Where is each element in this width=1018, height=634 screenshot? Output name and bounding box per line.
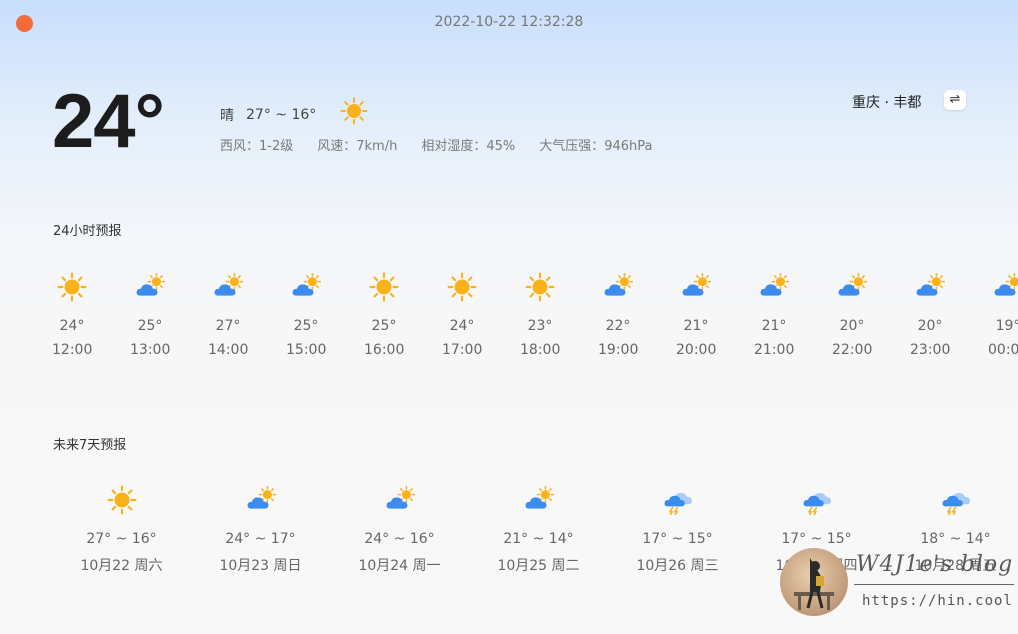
partly-cloudy-icon xyxy=(130,270,170,304)
partly-cloudy-icon xyxy=(910,270,950,304)
sun-icon xyxy=(82,483,162,517)
hourly-item: 22° 19:00 xyxy=(598,270,676,358)
daily-range: 17° ~ 15° xyxy=(781,531,852,547)
wind-speed: 风速：7km/h xyxy=(317,139,398,154)
daily-title: 未来7天预报 xyxy=(53,438,127,453)
datetime: 2022-10-22 12:32:28 xyxy=(434,14,584,30)
hourly-temp: 19° xyxy=(995,318,1018,334)
hourly-time: 21:00 xyxy=(754,342,795,358)
hourly-item: 25° 16:00 xyxy=(364,270,442,358)
partly-cloudy-icon xyxy=(754,270,794,304)
hourly-time: 00:00 xyxy=(988,342,1018,358)
hourly-temp: 25° xyxy=(137,318,163,334)
hourly-item: 20° 22:00 xyxy=(832,270,910,358)
partly-cloudy-icon xyxy=(499,483,579,517)
current-range: 27° ~ 16° xyxy=(246,107,317,123)
thunder-rain-icon xyxy=(916,483,996,517)
partly-cloudy-icon xyxy=(360,483,440,517)
hourly-temp: 20° xyxy=(839,318,865,334)
thunder-rain-icon xyxy=(638,483,718,517)
hourly-time: 13:00 xyxy=(130,342,171,358)
hourly-time: 22:00 xyxy=(832,342,873,358)
watermark-name: W4J1e's blog xyxy=(856,552,1014,577)
hourly-item: 19° 00:00 xyxy=(988,270,1018,358)
partly-cloudy-icon xyxy=(988,270,1018,304)
daily-item: 21° ~ 14° 10月25 周二 xyxy=(469,483,608,575)
hourly-temp: 25° xyxy=(371,318,397,334)
hourly-temp: 20° xyxy=(917,318,943,334)
daily-item: 24° ~ 17° 10月23 周日 xyxy=(191,483,330,575)
hourly-time: 17:00 xyxy=(442,342,483,358)
partly-cloudy-icon xyxy=(286,270,326,304)
hourly-item: 24° 12:00 xyxy=(52,270,130,358)
sun-icon xyxy=(52,270,92,304)
current-condition-row: 晴 27° ~ 16° xyxy=(220,97,368,129)
daily-range: 18° ~ 14° xyxy=(920,531,991,547)
hourly-item: 20° 23:00 xyxy=(910,270,988,358)
hourly-time: 20:00 xyxy=(676,342,717,358)
daily-date: 10月23 周日 xyxy=(219,558,302,574)
hourly-time: 23:00 xyxy=(910,342,951,358)
watermark: W4J1e's blog https://hin.cool xyxy=(780,546,1018,634)
hourly-item: 27° 14:00 xyxy=(208,270,286,358)
hourly-temp: 21° xyxy=(761,318,787,334)
hourly-time: 16:00 xyxy=(364,342,405,358)
partly-cloudy-icon xyxy=(221,483,301,517)
sun-icon xyxy=(364,270,404,304)
hourly-temp: 21° xyxy=(683,318,709,334)
daily-range: 24° ~ 16° xyxy=(364,531,435,547)
hourly-title: 24小时预报 xyxy=(53,224,122,239)
hourly-item: 24° 17:00 xyxy=(442,270,520,358)
watermark-url: https://hin.cool xyxy=(862,593,1013,609)
daily-date: 10月24 周一 xyxy=(358,558,441,574)
hourly-item: 25° 15:00 xyxy=(286,270,364,358)
thunder-rain-icon xyxy=(777,483,857,517)
switch-city-button[interactable]: ⇌ xyxy=(944,90,966,110)
avatar xyxy=(780,548,848,616)
hourly-item: 25° 13:00 xyxy=(130,270,208,358)
sun-icon xyxy=(442,270,482,304)
daily-item: 17° ~ 15° 10月26 周三 xyxy=(608,483,747,575)
hourly-temp: 24° xyxy=(449,318,475,334)
daily-item: 27° ~ 16° 10月22 周六 xyxy=(52,483,191,575)
hourly-temp: 25° xyxy=(293,318,319,334)
wind: 西风：1-2级 xyxy=(220,139,294,154)
hourly-item: 21° 20:00 xyxy=(676,270,754,358)
hourly-item: 23° 18:00 xyxy=(520,270,598,358)
current-condition: 晴 xyxy=(220,108,234,124)
humidity: 相对湿度：45% xyxy=(421,139,516,154)
hourly-temp: 24° xyxy=(59,318,85,334)
hourly-time: 12:00 xyxy=(52,342,93,358)
pressure: 大气压强：946hPa xyxy=(539,139,653,154)
sun-icon xyxy=(520,270,560,304)
hourly-temp: 23° xyxy=(527,318,553,334)
daily-range: 17° ~ 15° xyxy=(642,531,713,547)
current-temperature: 24° xyxy=(52,79,165,164)
partly-cloudy-icon xyxy=(598,270,638,304)
hourly-time: 19:00 xyxy=(598,342,639,358)
hourly-item: 21° 21:00 xyxy=(754,270,832,358)
hourly-temp: 22° xyxy=(605,318,631,334)
hourly-time: 14:00 xyxy=(208,342,249,358)
current-details: 西风：1-2级 风速：7km/h 相对湿度：45% 大气压强：946hPa xyxy=(220,135,677,154)
hourly-forecast: 24° 12:00 25° 13:00 27° 14:00 25° 15:00 … xyxy=(52,270,1018,358)
daily-item: 24° ~ 16° 10月24 周一 xyxy=(330,483,469,575)
daily-date: 10月25 周二 xyxy=(497,558,580,574)
daily-range: 21° ~ 14° xyxy=(503,531,574,547)
hourly-time: 15:00 xyxy=(286,342,327,358)
city-name: 重庆 · 丰都 xyxy=(852,95,922,111)
watermark-divider xyxy=(854,584,1014,585)
partly-cloudy-icon xyxy=(676,270,716,304)
daily-date: 10月22 周六 xyxy=(80,558,163,574)
hourly-temp: 27° xyxy=(215,318,241,334)
daily-range: 27° ~ 16° xyxy=(86,531,157,547)
daily-range: 24° ~ 17° xyxy=(225,531,296,547)
hourly-time: 18:00 xyxy=(520,342,561,358)
sun-icon xyxy=(340,97,368,129)
partly-cloudy-icon xyxy=(208,270,248,304)
daily-date: 10月26 周三 xyxy=(636,558,719,574)
partly-cloudy-icon xyxy=(832,270,872,304)
